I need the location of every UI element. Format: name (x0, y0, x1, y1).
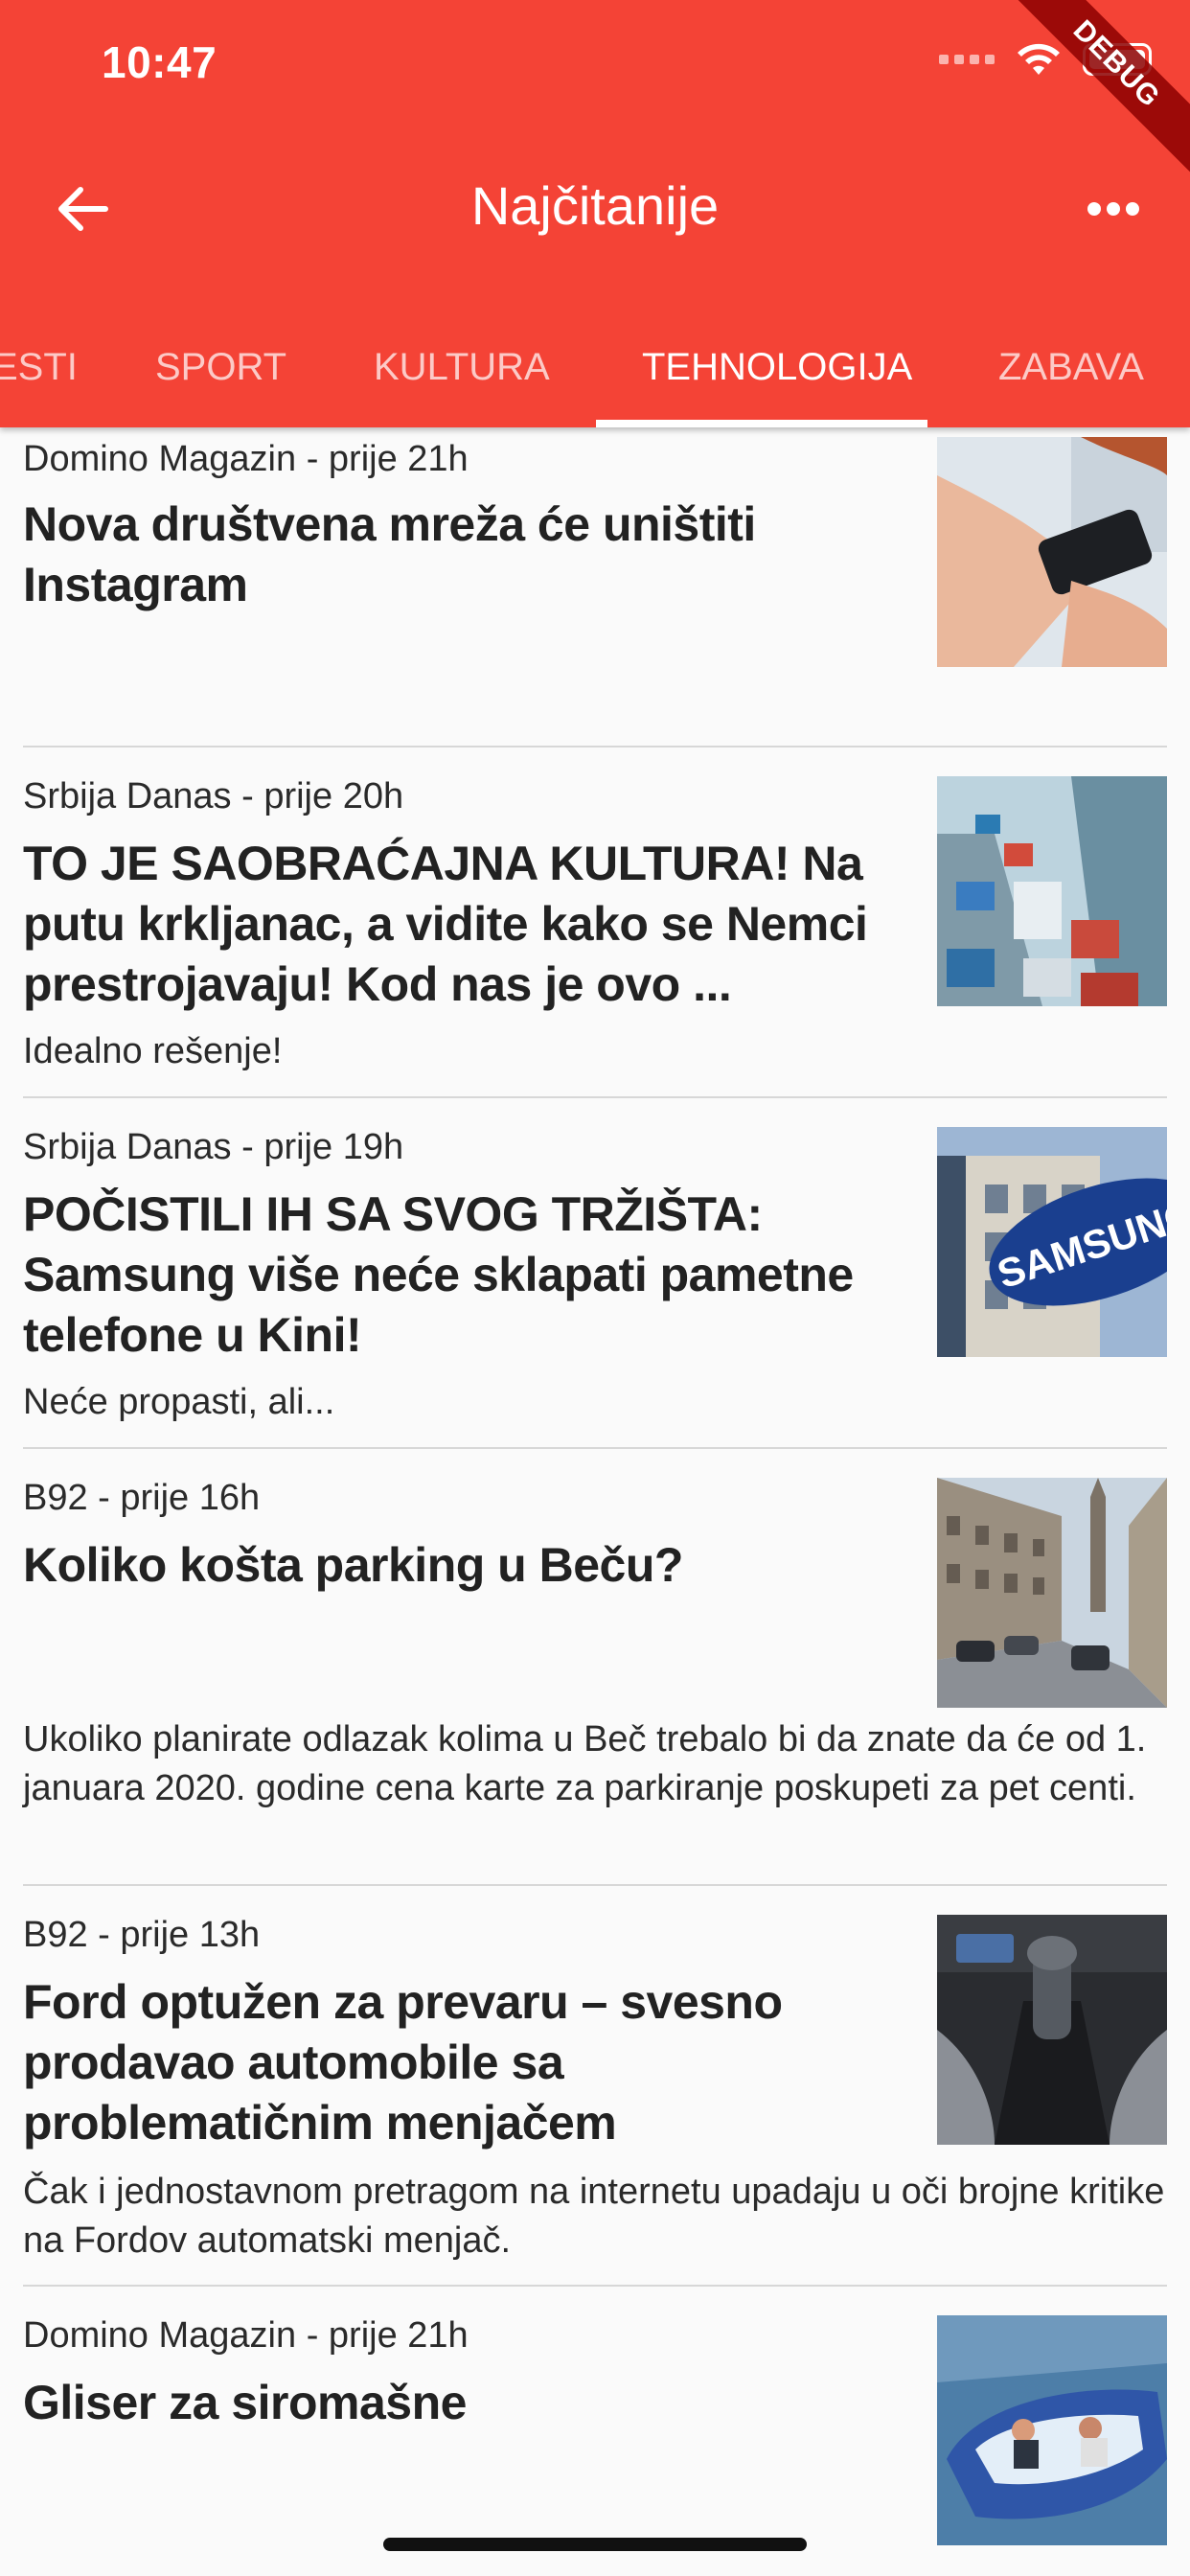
article-title: Nova društvena mreža će uništiti Instagr… (23, 497, 756, 611)
article-title: Gliser za siromašne (23, 2376, 467, 2429)
tab-zabava[interactable]: ZABAVA (998, 316, 1144, 427)
tab-vijesti[interactable]: ESTI (0, 316, 78, 427)
article-summary: Čak i jednostavnom pretragom na internet… (23, 2172, 1165, 2261)
signal-icon (939, 55, 995, 64)
article-image (937, 437, 1167, 667)
article-source: B92 - prije 13h (23, 1915, 261, 1955)
article-source: Srbija Danas - prije 19h (23, 1127, 404, 1167)
more-horiz-icon (1087, 202, 1139, 216)
tab-tehnologija[interactable]: TEHNOLOGIJA (642, 316, 912, 427)
article-image (937, 776, 1167, 1006)
article-item[interactable]: B92 - prije 13h Ford optužen za prevaru … (23, 1886, 1167, 2287)
article-item[interactable]: B92 - prije 16h Koliko košta parking u B… (23, 1449, 1167, 1886)
tab-sport[interactable]: SPORT (155, 316, 286, 427)
article-source: B92 - prije 16h (23, 1478, 261, 1518)
article-title: Ford optužen za prevaru – svesno prodava… (23, 1975, 783, 2150)
article-item[interactable]: Domino Magazin - prije 21h Nova društven… (23, 427, 1167, 748)
wifi-icon (1018, 43, 1060, 75)
article-title: Koliko košta parking u Beču? (23, 1538, 683, 1592)
article-source: Domino Magazin - prije 21h (23, 2315, 469, 2356)
more-options-button[interactable] (1075, 171, 1152, 247)
status-time: 10:47 (102, 37, 217, 87)
article-title: TO JE SAOBRAĆAJNA KULTURA! Na putu krklj… (23, 837, 868, 1011)
tab-indicator (596, 420, 927, 427)
article-title: POČISTILI IH SA SVOG TRŽIŠTA: Samsung vi… (23, 1187, 854, 1362)
article-item[interactable]: Srbija Danas - prije 19h POČISTILI IH SA… (23, 1098, 1167, 1449)
article-summary: Idealno rešenje! (23, 1031, 283, 1071)
article-source: Domino Magazin - prije 21h (23, 439, 469, 479)
category-tabs: ESTI SPORT KULTURA TEHNOLOGIJA ZABAVA (0, 316, 1190, 427)
home-indicator[interactable] (383, 2538, 807, 2551)
article-item[interactable]: Srbija Danas - prije 20h TO JE SAOBRAĆAJ… (23, 748, 1167, 1098)
article-image (937, 2315, 1167, 2545)
article-item[interactable]: Domino Magazin - prije 21h Gliser za sir… (23, 2287, 1167, 2576)
article-image (937, 1478, 1167, 1708)
article-image: SAMSUNG (937, 1127, 1167, 1357)
tab-kultura[interactable]: KULTURA (374, 316, 550, 427)
article-summary: Ukoliko planirate odlazak kolima u Beč t… (23, 1719, 1147, 1808)
app-bar: 10:47 DEBUG Najčitanije ESTI SPORT KULTU… (0, 0, 1190, 427)
page-title: Najčitanije (470, 175, 720, 236)
debug-banner: DEBUG (987, 0, 1190, 194)
article-summary: Neće propasti, ali... (23, 1382, 335, 1422)
article-image (937, 1915, 1167, 2145)
article-source: Srbija Danas - prije 20h (23, 776, 404, 816)
